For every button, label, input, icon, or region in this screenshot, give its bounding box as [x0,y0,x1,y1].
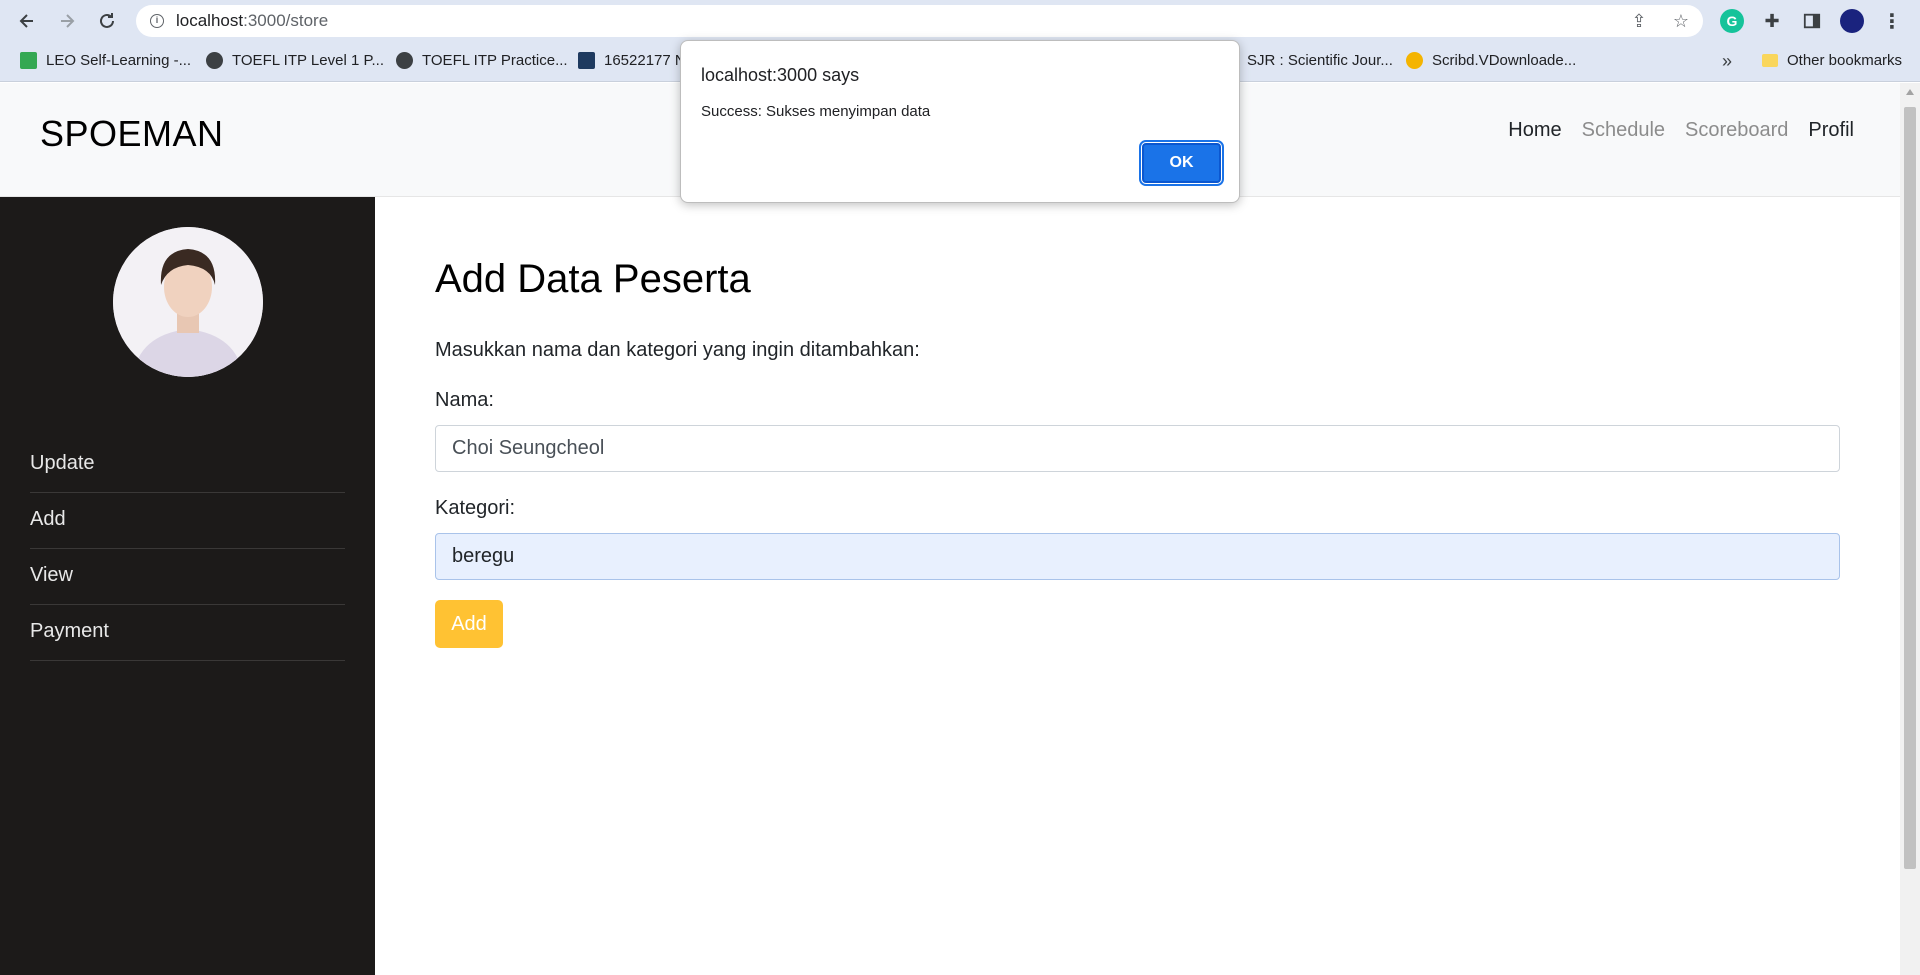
category-input[interactable]: beregu [435,533,1840,580]
grid-icon [578,52,595,69]
side-panel-icon[interactable] [1800,9,1824,33]
reload-icon[interactable] [89,3,125,39]
page-scrollbar[interactable] [1900,83,1920,975]
nav-scoreboard[interactable]: Scoreboard [1685,119,1788,142]
alert-dialog: localhost:3000 says Success: Sukses meny… [680,40,1240,203]
browser-toolbar: i localhost:3000/store ⇪ ☆ G ✚ ⋮ [0,0,1920,42]
nav-profil[interactable]: Profil [1808,119,1854,142]
sidebar-menu: Update Add View Payment [30,437,345,661]
avatar [113,227,263,377]
other-bookmarks[interactable]: Other bookmarks [1762,52,1902,69]
globe-icon [206,52,223,69]
name-input[interactable]: Choi Seungcheol [435,425,1840,472]
add-button[interactable]: Add [435,600,503,648]
category-label: Kategori: [435,497,516,519]
nav-links: Home Schedule Scoreboard Profil [1508,119,1854,142]
name-label: Nama: [435,389,494,411]
nav-schedule[interactable]: Schedule [1582,119,1665,142]
bookmark-item[interactable]: TOEFL ITP Level 1 P... [206,52,384,69]
sidebar-item-add[interactable]: Add [30,493,345,549]
scribd-icon [1406,52,1423,69]
sidebar-item-payment[interactable]: Payment [30,605,345,661]
page: SPOEMAN Home Schedule Scoreboard Profil … [0,83,1900,975]
nav-home[interactable]: Home [1508,119,1561,142]
sidebar: Update Add View Payment [0,197,375,975]
site-info-icon[interactable]: i [150,14,164,28]
folder-icon [1762,54,1778,67]
scroll-thumb[interactable] [1904,107,1916,869]
share-icon[interactable]: ⇪ [1627,9,1651,33]
bookmark-star-icon[interactable]: ☆ [1669,9,1693,33]
grammarly-icon[interactable]: G [1720,9,1744,33]
menu-kebab-icon[interactable]: ⋮ [1880,9,1904,33]
url-text: localhost:3000/store [176,11,329,30]
ok-button[interactable]: OK [1139,140,1224,186]
back-icon[interactable] [9,3,45,39]
drive-icon [20,52,37,69]
dialog-message: Success: Sukses menyimpan data [701,103,931,120]
form-description: Masukkan nama dan kategori yang ingin di… [435,339,920,361]
bookmark-item[interactable]: LEO Self-Learning -... [20,52,191,69]
globe-icon [396,52,413,69]
bookmark-item[interactable]: 16522177 N [578,52,686,69]
extensions-icon[interactable]: ✚ [1760,9,1784,33]
bookmark-item[interactable]: TOEFL ITP Practice... [396,52,568,69]
sidebar-item-update[interactable]: Update [30,437,345,493]
forward-icon[interactable] [49,3,85,39]
profile-avatar-icon[interactable] [1840,9,1864,33]
bookmark-item[interactable]: SJR : Scientific Jour... [1247,52,1393,69]
scroll-up-icon[interactable] [1906,89,1914,95]
page-title: Add Data Peserta [435,257,751,301]
bookmark-item[interactable]: Scribd.VDownloade... [1406,52,1576,69]
brand-logo[interactable]: SPOEMAN [40,113,224,155]
dialog-title: localhost:3000 says [701,65,860,85]
address-bar[interactable]: i localhost:3000/store ⇪ ☆ [136,5,1703,37]
more-bookmarks-icon[interactable]: » [1722,51,1732,72]
sidebar-item-view[interactable]: View [30,549,345,605]
